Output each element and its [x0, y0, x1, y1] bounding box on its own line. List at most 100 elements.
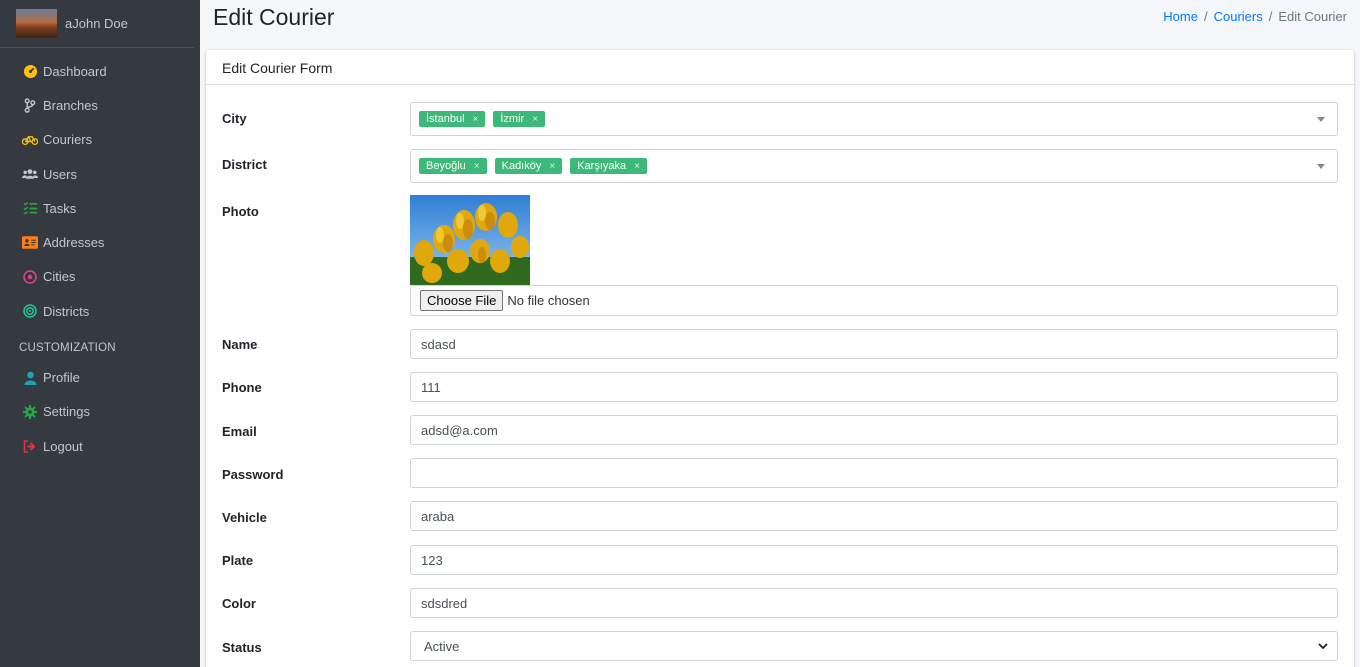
breadcrumb: Home / Couriers / Edit Courier — [1163, 9, 1347, 24]
district-label: District — [222, 157, 267, 172]
name-row: Name sdasd — [206, 329, 1354, 359]
tag-label: Karşıyaka — [577, 160, 627, 172]
dot-circle-icon — [22, 269, 38, 285]
chevron-down-icon[interactable] — [1317, 164, 1325, 169]
user-panel[interactable]: aJohn Doe — [0, 0, 194, 48]
name-input[interactable]: sdasd — [410, 329, 1338, 359]
sidebar-item-logout[interactable]: Logout — [0, 429, 200, 463]
chevron-down-icon — [1317, 640, 1329, 655]
breadcrumb-current: Edit Courier — [1278, 9, 1347, 24]
address-card-icon — [22, 235, 38, 251]
tachometer-icon — [22, 63, 38, 79]
plate-label: Plate — [222, 553, 254, 568]
remove-tag-icon[interactable]: × — [549, 161, 555, 172]
name-value: sdasd — [421, 336, 456, 352]
sidebar-item-label: Couriers — [43, 132, 93, 148]
sidebar-nav: Dashboard Branches Couriers Users Tasks — [0, 48, 200, 328]
name-label: Name — [222, 337, 258, 352]
sidebar-item-label: Profile — [43, 370, 80, 386]
sidebar-item-addresses[interactable]: Addresses — [0, 225, 200, 259]
password-input[interactable] — [410, 458, 1338, 488]
tag-label: İstanbul — [426, 113, 465, 125]
breadcrumb-home[interactable]: Home — [1163, 9, 1198, 24]
sidebar-item-couriers[interactable]: Couriers — [0, 123, 200, 157]
main-content: Edit Courier Home / Couriers / Edit Cour… — [200, 0, 1360, 667]
password-label: Password — [222, 467, 284, 482]
city-tag: İstanbul × — [419, 111, 486, 127]
card-title: Edit Courier Form — [206, 50, 1354, 85]
status-value: Active — [424, 638, 460, 654]
district-multiselect[interactable]: Beyoğlu × Kadıköy × Karşıyaka × — [410, 149, 1338, 183]
email-input[interactable]: adsd@a.com — [410, 415, 1338, 445]
vehicle-row: Vehicle araba — [206, 501, 1354, 531]
users-icon — [22, 166, 38, 182]
email-label: Email — [222, 424, 257, 439]
phone-row: Phone 111 — [206, 372, 1354, 402]
avatar — [16, 9, 57, 38]
sidebar-item-tasks[interactable]: Tasks — [0, 191, 200, 225]
phone-label: Phone — [222, 380, 262, 395]
sidebar-item-label: Districts — [43, 303, 90, 319]
sidebar-item-profile[interactable]: Profile — [0, 360, 200, 394]
status-select[interactable]: Active — [410, 631, 1338, 661]
sidebar-item-cities[interactable]: Cities — [0, 260, 200, 294]
choose-file-button[interactable]: Choose File — [420, 290, 504, 311]
tulip-photo — [410, 195, 530, 285]
city-multiselect[interactable]: İstanbul × İzmir × — [410, 102, 1338, 136]
photo-file-input[interactable]: Choose File No file chosen — [410, 285, 1338, 316]
sidebar-item-label: Addresses — [43, 235, 105, 251]
plate-input[interactable]: 123 — [410, 545, 1338, 575]
district-tag: Kadıköy × — [494, 158, 563, 174]
remove-tag-icon[interactable]: × — [473, 114, 479, 125]
code-branch-icon — [22, 97, 38, 113]
sidebar-item-settings[interactable]: Settings — [0, 395, 200, 429]
bicycle-icon — [22, 132, 38, 148]
breadcrumb-couriers[interactable]: Couriers — [1214, 9, 1263, 24]
vehicle-value: araba — [421, 508, 455, 524]
tasks-icon — [22, 200, 38, 216]
district-row: District Beyoğlu × Kadıköy × Karşıyaka × — [206, 149, 1354, 183]
tag-label: İzmir — [500, 113, 525, 125]
color-row: Color sdsdred — [206, 588, 1354, 618]
breadcrumb-separator: / — [1268, 9, 1273, 24]
status-label: Status — [222, 640, 262, 655]
cog-icon — [22, 404, 38, 420]
district-tags: Beyoğlu × Kadıköy × Karşıyaka × — [411, 158, 647, 174]
city-row: City İstanbul × İzmir × — [206, 102, 1354, 136]
password-row: Password — [206, 458, 1354, 488]
sidebar-item-users[interactable]: Users — [0, 157, 200, 191]
city-label: City — [222, 111, 247, 126]
target-icon — [22, 303, 38, 319]
sidebar-item-label: Cities — [43, 269, 76, 285]
vehicle-label: Vehicle — [222, 510, 267, 525]
remove-tag-icon[interactable]: × — [474, 161, 480, 172]
remove-tag-icon[interactable]: × — [532, 114, 538, 125]
vehicle-input[interactable]: araba — [410, 501, 1338, 531]
city-tags: İstanbul × İzmir × — [411, 111, 546, 127]
sidebar-item-label: Tasks — [43, 200, 77, 216]
photo-row: Photo Choose File No file chosen — [206, 195, 1354, 317]
phone-input[interactable]: 111 — [410, 372, 1338, 402]
sidebar-item-label: Dashboard — [43, 63, 107, 79]
file-status: No file chosen — [507, 293, 590, 308]
sidebar-item-label: Logout — [43, 438, 83, 454]
sidebar: aJohn Doe Dashboard Branches Couriers Us… — [0, 0, 200, 667]
sign-out-icon — [22, 438, 38, 454]
sidebar-item-districts[interactable]: Districts — [0, 294, 200, 328]
edit-courier-card: Edit Courier Form City İstanbul × İzmir × … — [206, 50, 1354, 667]
plate-value: 123 — [421, 552, 443, 568]
sidebar-item-branches[interactable]: Branches — [0, 88, 200, 122]
chevron-down-icon[interactable] — [1317, 117, 1325, 122]
user-icon — [22, 370, 38, 386]
sidebar-item-dashboard[interactable]: Dashboard — [0, 54, 200, 88]
tag-label: Beyoğlu — [426, 160, 466, 172]
remove-tag-icon[interactable]: × — [634, 161, 640, 172]
color-input[interactable]: sdsdred — [410, 588, 1338, 618]
sidebar-item-label: Settings — [43, 404, 90, 420]
sidebar-item-label: Users — [43, 166, 77, 182]
sidebar-item-label: Branches — [43, 97, 98, 113]
color-label: Color — [222, 596, 256, 611]
photo-label: Photo — [222, 204, 259, 219]
sidebar-custom-nav: Profile Settings Logout — [0, 360, 200, 463]
city-tag: İzmir × — [493, 111, 546, 127]
